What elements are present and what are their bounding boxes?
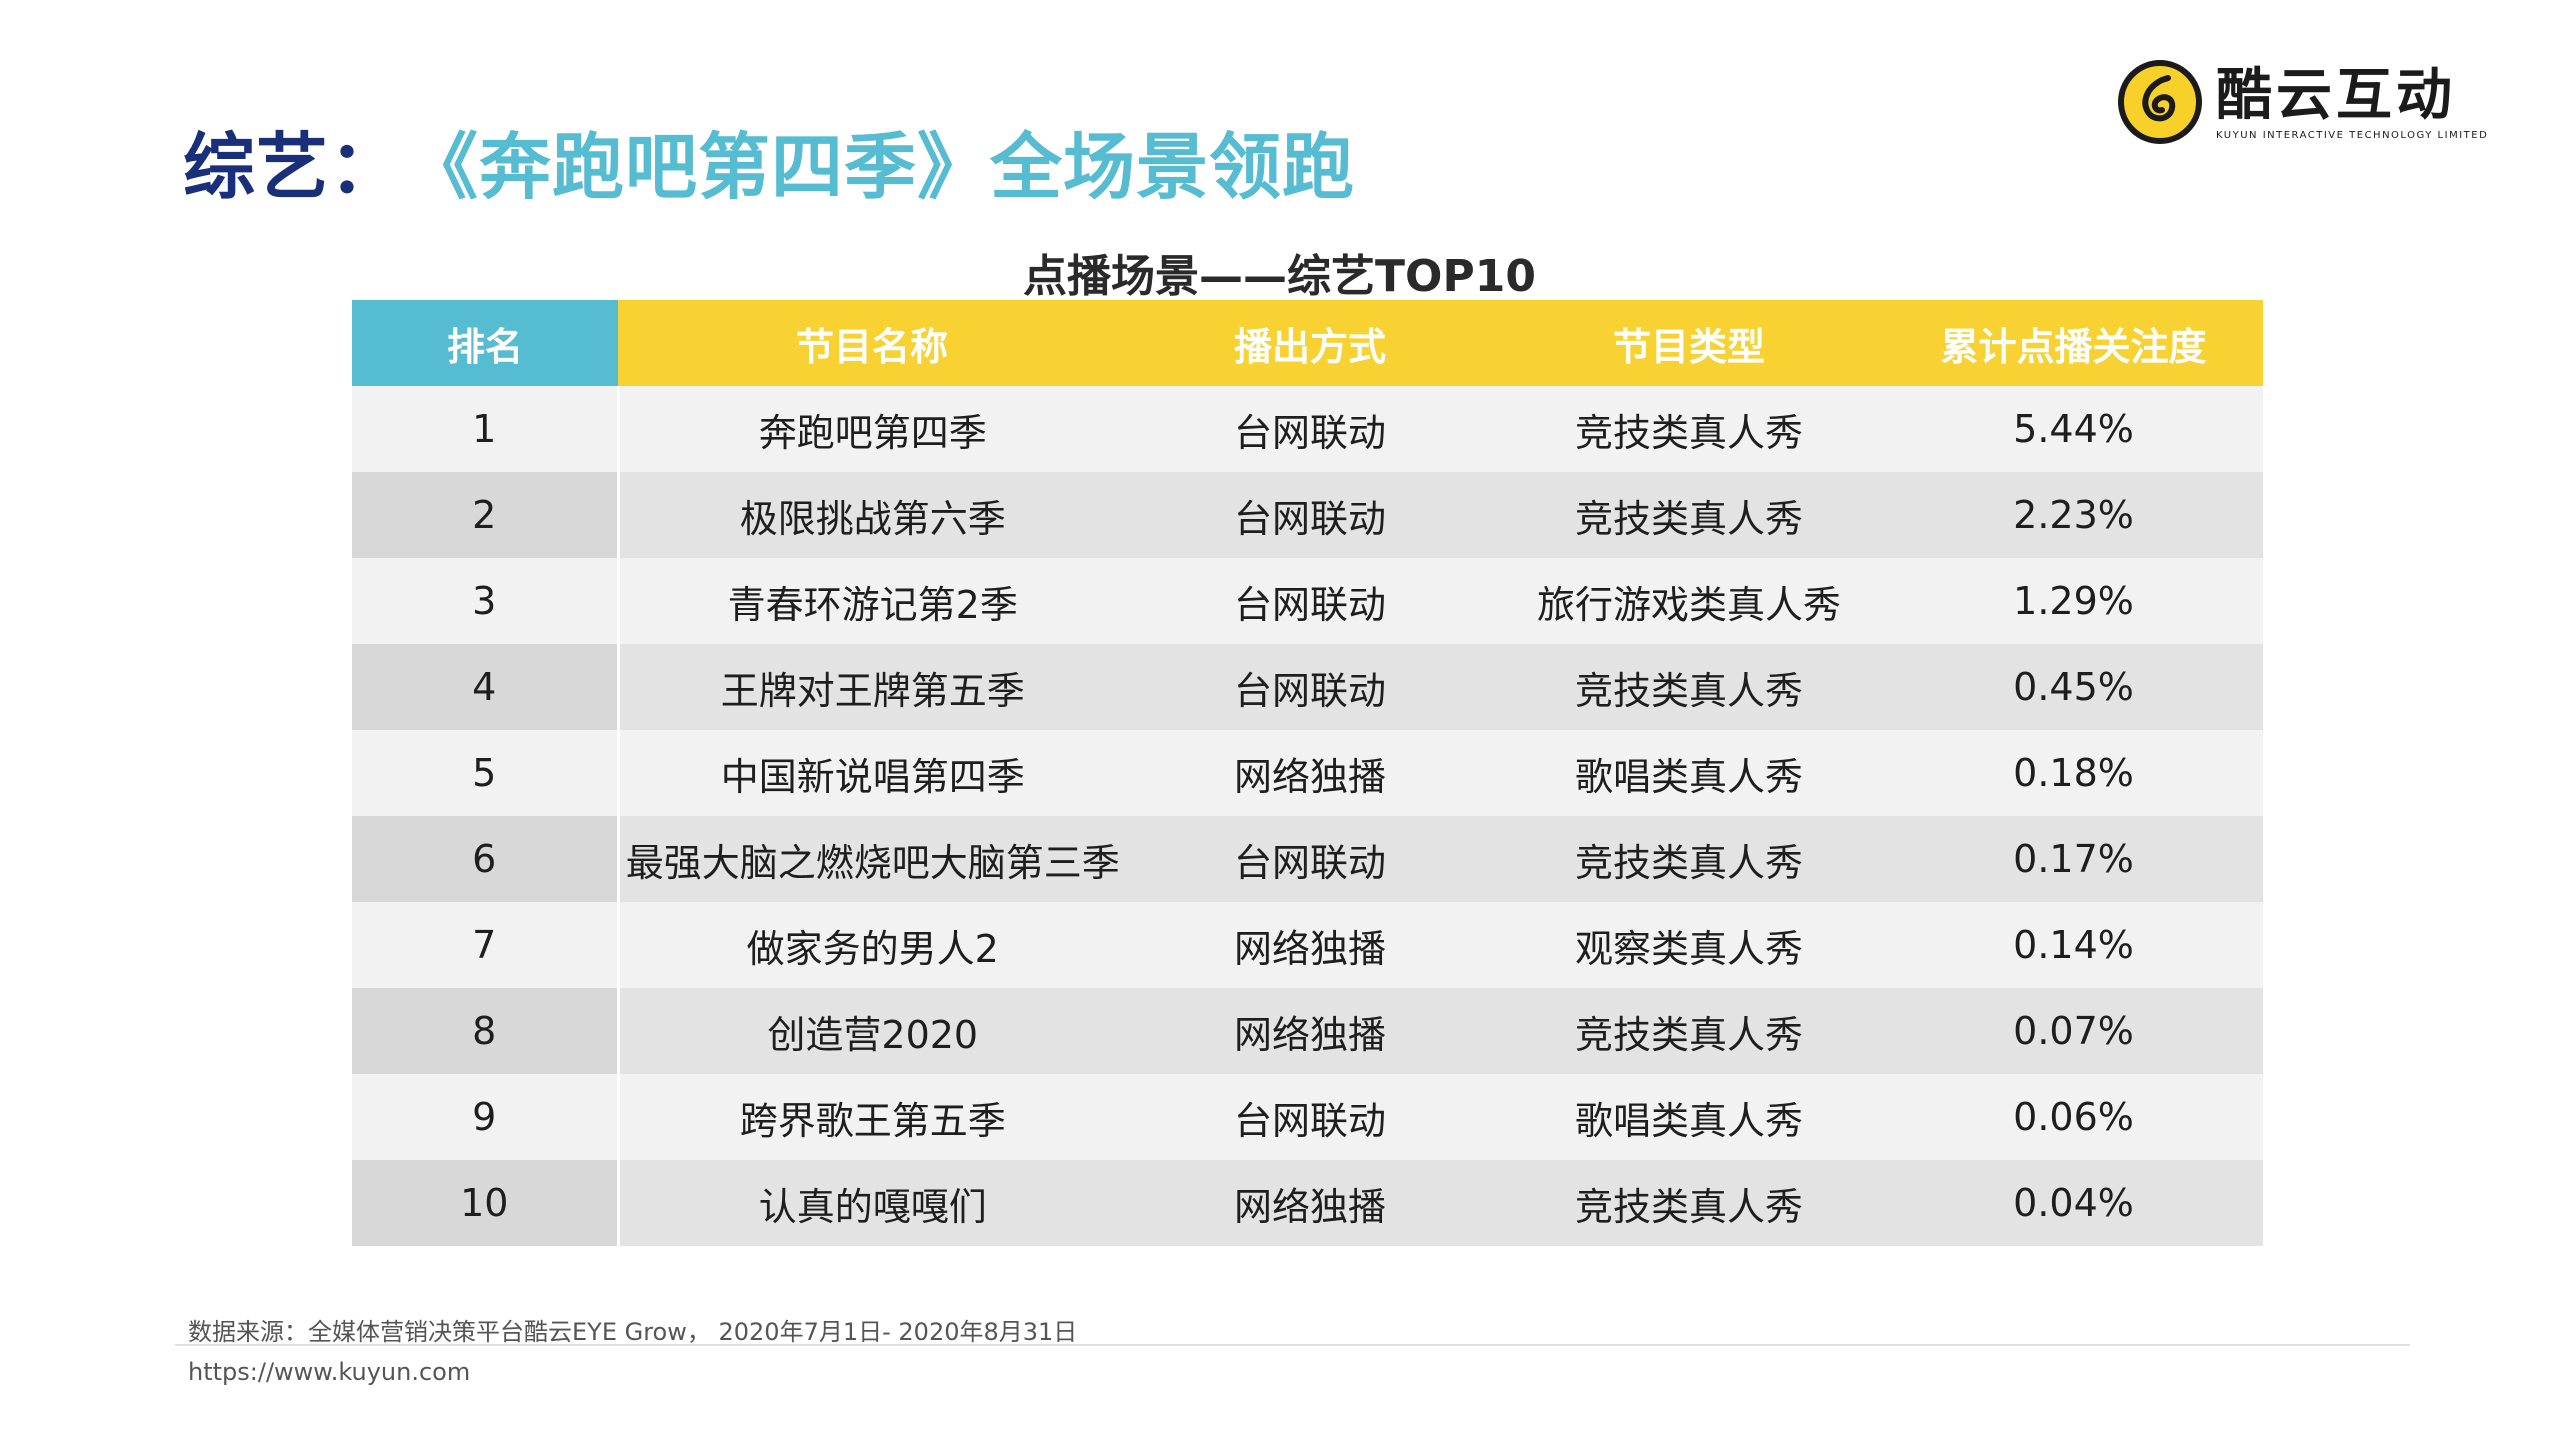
page-title-prefix: 综艺： (183, 125, 403, 209)
rank-cell: 4 (352, 644, 620, 730)
type-cell: 竞技类真人秀 (1494, 472, 1884, 558)
rank-cell: 8 (352, 988, 620, 1074)
type-cell: 竞技类真人秀 (1494, 386, 1884, 472)
broadcast-cell: 网络独播 (1126, 902, 1494, 988)
rank-cell: 9 (352, 1074, 620, 1160)
type-cell: 歌唱类真人秀 (1494, 1074, 1884, 1160)
column-header-program: 节目名称 (618, 300, 1126, 386)
attention-cell: 0.14% (1884, 902, 2263, 988)
attention-cell: 0.18% (1884, 730, 2263, 816)
broadcast-cell: 网络独播 (1126, 1160, 1494, 1246)
attention-cell: 2.23% (1884, 472, 2263, 558)
broadcast-cell: 台网联动 (1126, 472, 1494, 558)
type-cell: 旅行游戏类真人秀 (1494, 558, 1884, 644)
program-cell: 中国新说唱第四季 (618, 730, 1126, 816)
broadcast-cell: 网络独播 (1126, 730, 1494, 816)
broadcast-cell: 台网联动 (1126, 386, 1494, 472)
broadcast-cell: 台网联动 (1126, 558, 1494, 644)
table-row: 7 做家务的男人2 网络独播 观察类真人秀 0.14% (352, 902, 2263, 988)
table-row: 5 中国新说唱第四季 网络独播 歌唱类真人秀 0.18% (352, 730, 2263, 816)
rank-cell: 5 (352, 730, 620, 816)
attention-cell: 0.06% (1884, 1074, 2263, 1160)
table-row: 1 奔跑吧第四季 台网联动 竞技类真人秀 5.44% (352, 386, 2263, 472)
company-logo: 酷云互动 KUYUN INTERACTIVE TECHNOLOGY LIMITE… (2118, 60, 2488, 144)
type-cell: 歌唱类真人秀 (1494, 730, 1884, 816)
page-title-main: 《奔跑吧第四季》全场景领跑 (442, 125, 1356, 209)
table-row: 10 认真的嘎嘎们 网络独播 竞技类真人秀 0.04% (352, 1160, 2263, 1246)
rank-cell: 1 (352, 386, 620, 472)
table-row: 3 青春环游记第2季 台网联动 旅行游戏类真人秀 1.29% (352, 558, 2263, 644)
table-header-row: 排名 节目名称 播出方式 节目类型 累计点播关注度 (352, 300, 2263, 386)
data-source-note: 数据来源：全媒体营销决策平台酷云EYE Grow， 2020年7月1日- 202… (188, 1318, 1078, 1346)
attention-cell: 1.29% (1884, 558, 2263, 644)
page-title: 综艺： 《奔跑吧第四季》全场景领跑 (183, 108, 1355, 213)
rank-cell: 10 (352, 1160, 620, 1246)
rank-cell: 3 (352, 558, 620, 644)
type-cell: 竞技类真人秀 (1494, 988, 1884, 1074)
type-cell: 竞技类真人秀 (1494, 644, 1884, 730)
broadcast-cell: 网络独播 (1126, 988, 1494, 1074)
broadcast-cell: 台网联动 (1126, 816, 1494, 902)
footer-divider (175, 1344, 2410, 1346)
program-cell: 创造营2020 (618, 988, 1126, 1074)
attention-cell: 5.44% (1884, 386, 2263, 472)
attention-cell: 0.04% (1884, 1160, 2263, 1246)
attention-cell: 0.45% (1884, 644, 2263, 730)
type-cell: 竞技类真人秀 (1494, 1160, 1884, 1246)
rank-cell: 2 (352, 472, 620, 558)
column-header-attention: 累计点播关注度 (1884, 300, 2263, 386)
footer-url: https://www.kuyun.com (188, 1358, 471, 1386)
swirl-icon (2142, 75, 2176, 122)
attention-cell: 0.07% (1884, 988, 2263, 1074)
logo-name: 酷云互动 (2216, 62, 2456, 128)
program-cell: 青春环游记第2季 (618, 558, 1126, 644)
table-row: 6 最强大脑之燃烧吧大脑第三季 台网联动 竞技类真人秀 0.17% (352, 816, 2263, 902)
logo-subtitle: KUYUN INTERACTIVE TECHNOLOGY LIMITED (2216, 129, 2489, 141)
column-header-rank: 排名 (352, 300, 618, 386)
kuyun-logo-icon (2118, 60, 2202, 144)
broadcast-cell: 台网联动 (1126, 1074, 1494, 1160)
ranking-table: 排名 节目名称 播出方式 节目类型 累计点播关注度 1 奔跑吧第四季 台网联动 … (352, 300, 2265, 1246)
program-cell: 奔跑吧第四季 (618, 386, 1126, 472)
attention-cell: 0.17% (1884, 816, 2263, 902)
program-cell: 做家务的男人2 (618, 902, 1126, 988)
table-title: 点播场景——综艺TOP10 (1023, 251, 1536, 302)
rank-cell: 7 (352, 902, 620, 988)
type-cell: 观察类真人秀 (1494, 902, 1884, 988)
type-cell: 竞技类真人秀 (1494, 816, 1884, 902)
program-cell: 认真的嘎嘎们 (618, 1160, 1126, 1246)
logo-text: 酷云互动 KUYUN INTERACTIVE TECHNOLOGY LIMITE… (2216, 62, 2489, 141)
table-row: 9 跨界歌王第五季 台网联动 歌唱类真人秀 0.06% (352, 1074, 2263, 1160)
column-header-broadcast: 播出方式 (1126, 300, 1494, 386)
rank-cell: 6 (352, 816, 620, 902)
table-row: 2 极限挑战第六季 台网联动 竞技类真人秀 2.23% (352, 472, 2263, 558)
program-cell: 王牌对王牌第五季 (618, 644, 1126, 730)
table-row: 8 创造营2020 网络独播 竞技类真人秀 0.07% (352, 988, 2263, 1074)
program-cell: 最强大脑之燃烧吧大脑第三季 (618, 816, 1126, 902)
program-cell: 跨界歌王第五季 (618, 1074, 1126, 1160)
broadcast-cell: 台网联动 (1126, 644, 1494, 730)
table-row: 4 王牌对王牌第五季 台网联动 竞技类真人秀 0.45% (352, 644, 2263, 730)
program-cell: 极限挑战第六季 (618, 472, 1126, 558)
column-header-type: 节目类型 (1494, 300, 1884, 386)
